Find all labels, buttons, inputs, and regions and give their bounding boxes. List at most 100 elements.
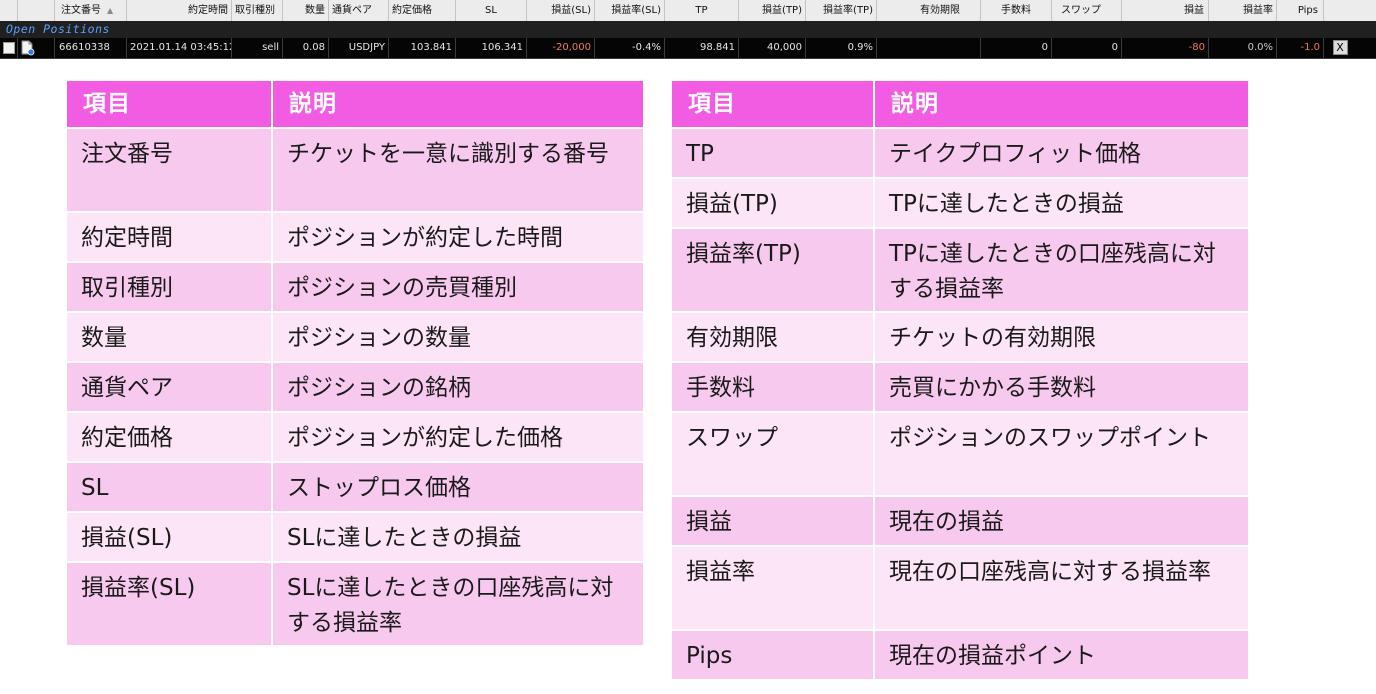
row-description: TPに達したときの口座残高に対する損益率 [874, 228, 1249, 312]
row-item: Pips [671, 630, 874, 680]
header-pips[interactable]: Pips [1277, 0, 1324, 21]
row-description: チケットの有効期限 [874, 312, 1249, 362]
row-symbol: USDJPY [329, 38, 389, 58]
row-checkbox-cell[interactable] [0, 38, 18, 58]
row-swap: 0 [1052, 38, 1122, 58]
table-header-description: 説明 [874, 80, 1249, 128]
positions-header-row: 注文番号 ▲ 約定時間 取引種別 数量 通貨ペア 約定価格 SL 損益(SL) 損… [0, 0, 1376, 22]
row-description: ストップロス価格 [272, 462, 644, 512]
row-pips: -1.0 [1277, 38, 1324, 58]
row-pl-sl: -20,000 [527, 38, 595, 58]
row-item: SL [66, 462, 272, 512]
explanation-table-right: 項目 説明 TP テイクプロフィット価格 損益(TP) TPに達したときの損益 … [671, 80, 1249, 680]
row-description: SLに達したときの損益 [272, 512, 644, 562]
row-item: 約定価格 [66, 412, 272, 462]
row-item: 損益(TP) [671, 178, 874, 228]
row-item: 数量 [66, 312, 272, 362]
header-pl-rate-tp[interactable]: 損益率(TP) [806, 0, 877, 21]
row-description: SLに達したときの口座残高に対する損益率 [272, 562, 644, 646]
table-header-description: 説明 [272, 80, 644, 128]
row-description: ポジションが約定した時間 [272, 212, 644, 262]
table-row: 取引種別 ポジションの売買種別 [66, 262, 644, 312]
row-description: 売買にかかる手数料 [874, 362, 1249, 412]
table-header-item: 項目 [671, 80, 874, 128]
header-swap[interactable]: スワップ [1052, 0, 1122, 21]
header-time[interactable]: 約定時間 [127, 0, 232, 21]
row-volume: 0.08 [283, 38, 329, 58]
row-time: 2021.01.14 03:45:12 [127, 38, 232, 58]
row-item: 取引種別 [66, 262, 272, 312]
table-row: スワップ ポジションのスワップポイント [671, 412, 1249, 496]
header-type[interactable]: 取引種別 [232, 0, 283, 21]
table-row: 損益 現在の損益 [671, 496, 1249, 546]
explanation-table-left: 項目 説明 注文番号 チケットを一意に識別する番号 約定時間 ポジションが約定し… [66, 80, 644, 646]
section-bar: Open Positions [0, 21, 1376, 38]
table-row: 約定価格 ポジションが約定した価格 [66, 412, 644, 462]
table-row: 通貨ペア ポジションの銘柄 [66, 362, 644, 412]
header-sl[interactable]: SL [456, 0, 527, 21]
header-volume[interactable]: 数量 [283, 0, 329, 21]
header-close-col [1324, 0, 1356, 21]
header-commission[interactable]: 手数料 [981, 0, 1052, 21]
row-item: 約定時間 [66, 212, 272, 262]
order-document-icon [21, 40, 35, 56]
row-pl: -80 [1122, 38, 1209, 58]
row-price: 103.841 [389, 38, 456, 58]
row-sl: 106.341 [456, 38, 527, 58]
row-description: 現在の口座残高に対する損益率 [874, 546, 1249, 630]
table-row: 損益率(TP) TPに達したときの口座残高に対する損益率 [671, 228, 1249, 312]
header-price[interactable]: 約定価格 [389, 0, 456, 21]
header-pl-tp[interactable]: 損益(TP) [739, 0, 806, 21]
table-row: Pips 現在の損益ポイント [671, 630, 1249, 680]
row-type: sell [232, 38, 283, 58]
row-item: 損益率 [671, 546, 874, 630]
row-pl-rate-tp: 0.9% [806, 38, 877, 58]
header-pl-rate[interactable]: 損益率 [1209, 0, 1277, 21]
header-pl-rate-sl[interactable]: 損益率(SL) [595, 0, 665, 21]
row-item: 有効期限 [671, 312, 874, 362]
table-row: 損益(TP) TPに達したときの損益 [671, 178, 1249, 228]
row-select-checkbox[interactable] [3, 42, 15, 54]
row-item: TP [671, 128, 874, 178]
row-description: チケットを一意に識別する番号 [272, 128, 644, 212]
header-icon-col [18, 0, 55, 21]
row-description: ポジションのスワップポイント [874, 412, 1249, 496]
header-pl[interactable]: 損益 [1122, 0, 1209, 21]
row-description: TPに達したときの損益 [874, 178, 1249, 228]
row-expiry [877, 38, 981, 58]
row-description: ポジションの売買種別 [272, 262, 644, 312]
row-item: 手数料 [671, 362, 874, 412]
row-description: ポジションが約定した価格 [272, 412, 644, 462]
table-row: 約定時間 ポジションが約定した時間 [66, 212, 644, 262]
open-positions-panel: 注文番号 ▲ 約定時間 取引種別 数量 通貨ペア 約定価格 SL 損益(SL) 損… [0, 0, 1376, 60]
table-row: 有効期限 チケットの有効期限 [671, 312, 1249, 362]
table-row: 損益(SL) SLに達したときの損益 [66, 512, 644, 562]
table-row: 手数料 売買にかかる手数料 [671, 362, 1249, 412]
row-item: 損益 [671, 496, 874, 546]
close-position-button[interactable]: X [1332, 40, 1348, 55]
row-item: スワップ [671, 412, 874, 496]
table-row: 注文番号 チケットを一意に識別する番号 [66, 128, 644, 212]
header-tp[interactable]: TP [665, 0, 739, 21]
header-pl-sl[interactable]: 損益(SL) [527, 0, 595, 21]
row-item: 損益率(TP) [671, 228, 874, 312]
position-row[interactable]: 66610338 2021.01.14 03:45:12 sell 0.08 U… [0, 38, 1376, 59]
table-row: TP テイクプロフィット価格 [671, 128, 1249, 178]
row-order-no: 66610338 [55, 38, 127, 58]
row-description: 現在の損益 [874, 496, 1249, 546]
table-row: 損益率 現在の口座残高に対する損益率 [671, 546, 1249, 630]
row-pl-rate-sl: -0.4% [595, 38, 665, 58]
header-expiry[interactable]: 有効期限 [877, 0, 981, 21]
header-symbol[interactable]: 通貨ペア [329, 0, 389, 21]
row-pl-tp: 40,000 [739, 38, 806, 58]
row-close-cell: X [1324, 38, 1356, 58]
row-description: ポジションの数量 [272, 312, 644, 362]
row-item: 損益(SL) [66, 512, 272, 562]
row-description: ポジションの銘柄 [272, 362, 644, 412]
sort-ascending-icon: ▲ [107, 6, 114, 15]
header-order-no[interactable]: 注文番号 ▲ [55, 0, 127, 21]
row-item: 損益率(SL) [66, 562, 272, 646]
row-icon-cell [18, 38, 55, 58]
table-header-item: 項目 [66, 80, 272, 128]
table-row: 数量 ポジションの数量 [66, 312, 644, 362]
